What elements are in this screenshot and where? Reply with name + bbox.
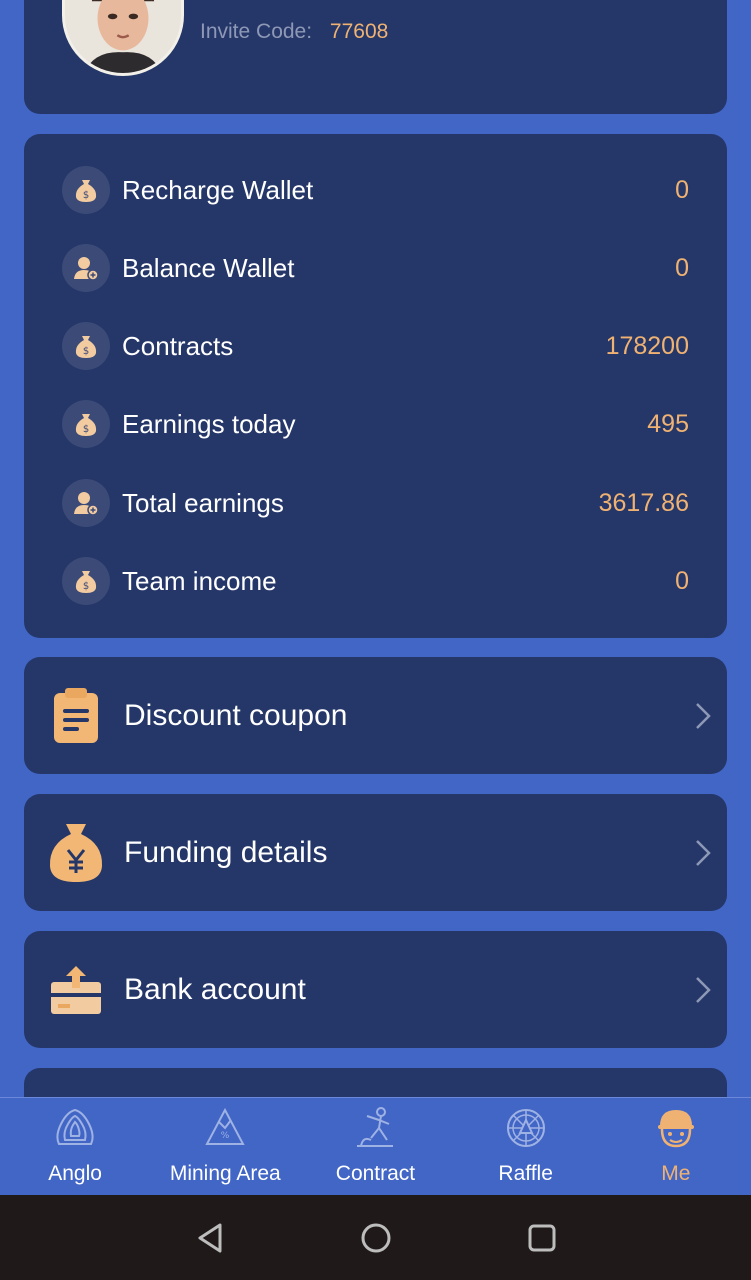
- wallet-value: 495: [647, 409, 689, 438]
- svg-text:$: $: [83, 424, 89, 435]
- wallet-summary-card: $ Recharge Wallet 0 Balance Wallet 0 $ C…: [24, 134, 727, 638]
- tab-label: Me: [661, 1162, 691, 1185]
- wallet-label: Total earnings: [122, 487, 284, 518]
- wallet-label: Recharge Wallet: [122, 174, 314, 205]
- svg-text:$: $: [83, 190, 89, 201]
- wallet-row-earnings-today[interactable]: $ Earnings today 495: [62, 399, 689, 449]
- wallet-value: 0: [675, 566, 689, 595]
- svg-text:%: %: [221, 1131, 230, 1141]
- menu-item-funding-details[interactable]: Funding details: [24, 794, 727, 911]
- menu-item-label: Discount coupon: [124, 698, 348, 732]
- chevron-right-icon: [696, 976, 711, 1003]
- miner-icon: [357, 1107, 394, 1147]
- home-circle-icon[interactable]: [358, 1220, 394, 1256]
- menu-item-discount-coupon[interactable]: Discount coupon: [24, 657, 727, 774]
- anglo-logo-icon: [56, 1108, 94, 1145]
- wallet-value: 0: [675, 253, 689, 282]
- wallet-label: Team income: [122, 565, 277, 596]
- svg-text:$: $: [83, 581, 89, 592]
- wallet-value: 3617.86: [598, 488, 689, 517]
- tab-label: Contract: [335, 1162, 416, 1185]
- invite-code-label: Invite Code:: [200, 20, 313, 43]
- user-add-icon: [62, 244, 110, 292]
- menu-item-label: Funding details: [124, 835, 328, 869]
- avatar[interactable]: [62, 0, 184, 76]
- chevron-right-icon: [696, 839, 711, 866]
- tab-raffle[interactable]: Raffle: [451, 1098, 601, 1195]
- profile-card: Invite Code: 77608: [24, 0, 727, 114]
- tab-label: Mining Area: [169, 1162, 281, 1185]
- tab-mining-area[interactable]: % Mining Area: [150, 1098, 300, 1195]
- system-nav-bar: [0, 1195, 751, 1280]
- money-bag-icon: $: [62, 166, 110, 214]
- back-triangle-icon[interactable]: [192, 1220, 228, 1256]
- wallet-row-team-income[interactable]: $ Team income 0: [62, 556, 689, 606]
- profile-screen: Invite Code: 77608 $ Recharge Wallet 0 B…: [0, 0, 751, 1280]
- tab-me[interactable]: Me: [601, 1098, 751, 1195]
- tab-label: Anglo: [48, 1162, 102, 1185]
- invite-code-value[interactable]: 77608: [330, 20, 388, 43]
- wallet-row-balance[interactable]: Balance Wallet 0: [62, 243, 689, 293]
- bottom-tab-bar: Anglo % Mining Area Contract Raffle Me: [0, 1097, 751, 1195]
- tab-label: Raffle: [498, 1162, 553, 1185]
- wheel-icon: [506, 1109, 545, 1147]
- money-bag-icon: $: [62, 557, 110, 605]
- wallet-row-recharge[interactable]: $ Recharge Wallet 0: [62, 165, 689, 215]
- recents-square-icon[interactable]: [524, 1220, 560, 1256]
- wallet-value: 0: [675, 175, 689, 204]
- yen-bag-icon: [46, 823, 106, 883]
- tab-anglo[interactable]: Anglo: [0, 1098, 150, 1195]
- wallet-row-contracts[interactable]: $ Contracts 178200: [62, 321, 689, 371]
- clipboard-icon: [46, 686, 106, 746]
- menu-item-bank-account[interactable]: Bank account: [24, 931, 727, 1048]
- wallet-label: Contracts: [122, 330, 234, 361]
- money-bag-icon: $: [62, 322, 110, 370]
- invite-code-row: Invite Code: 77608: [200, 20, 388, 44]
- tab-contract[interactable]: Contract: [300, 1098, 450, 1195]
- money-bag-icon: $: [62, 400, 110, 448]
- mountain-icon: %: [205, 1107, 245, 1145]
- chevron-right-icon: [696, 702, 711, 729]
- helmet-face-icon: [657, 1110, 694, 1148]
- menu-item-label: Bank account: [124, 972, 306, 1006]
- wallet-row-total-earnings[interactable]: Total earnings 3617.86: [62, 478, 689, 528]
- wallet-label: Earnings today: [122, 408, 296, 439]
- avatar-photo: [65, 0, 181, 73]
- user-add-icon: [62, 479, 110, 527]
- wallet-upload-icon: [46, 960, 106, 1020]
- svg-text:$: $: [83, 346, 89, 357]
- wallet-value: 178200: [605, 331, 689, 360]
- wallet-label: Balance Wallet: [122, 252, 295, 283]
